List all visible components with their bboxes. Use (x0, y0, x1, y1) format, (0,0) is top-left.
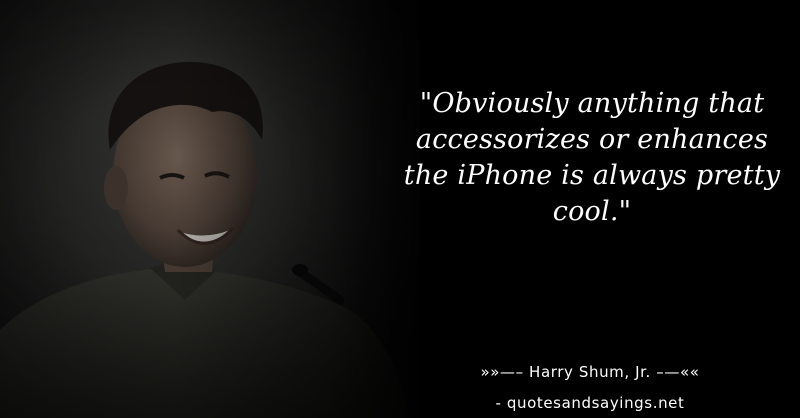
quote-text: "Obviously anything that accessorizes or… (403, 88, 781, 227)
site-attribution: - quotesandsayings.net (495, 394, 685, 412)
author-line: »»—– Harry Shum, Jr. –—«« (480, 363, 700, 381)
quote-card: "Obviously anything that accessorizes or… (0, 0, 800, 418)
portrait-photo (0, 0, 420, 418)
